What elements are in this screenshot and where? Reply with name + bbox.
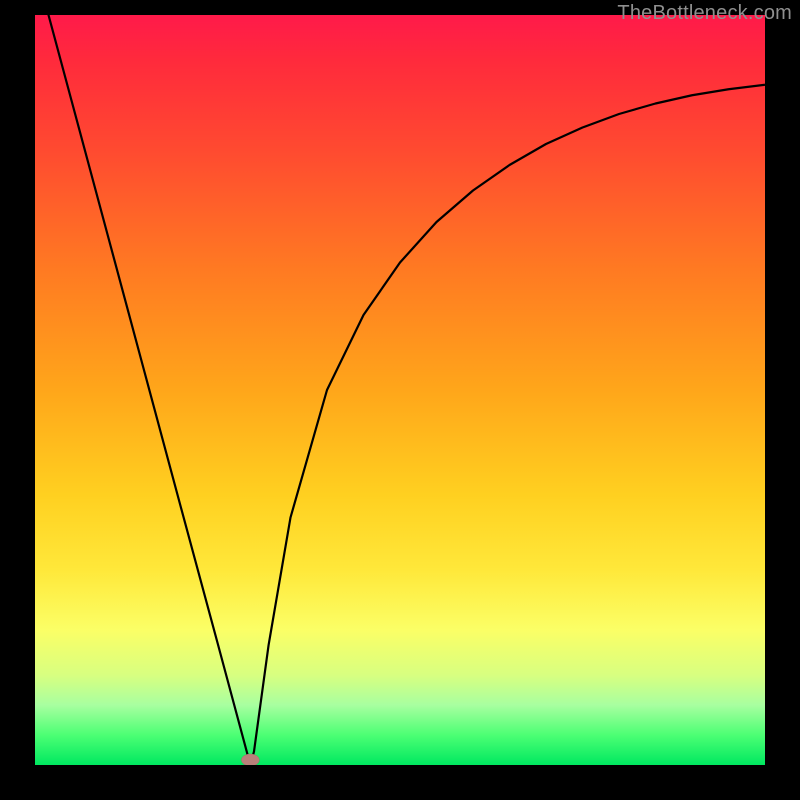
watermark-label: TheBottleneck.com (617, 2, 792, 25)
plot-area (35, 15, 765, 765)
curve-svg (35, 15, 765, 765)
chart-frame: TheBottleneck.com (0, 0, 800, 800)
bottleneck-curve (35, 15, 765, 765)
minimum-marker (241, 754, 259, 765)
